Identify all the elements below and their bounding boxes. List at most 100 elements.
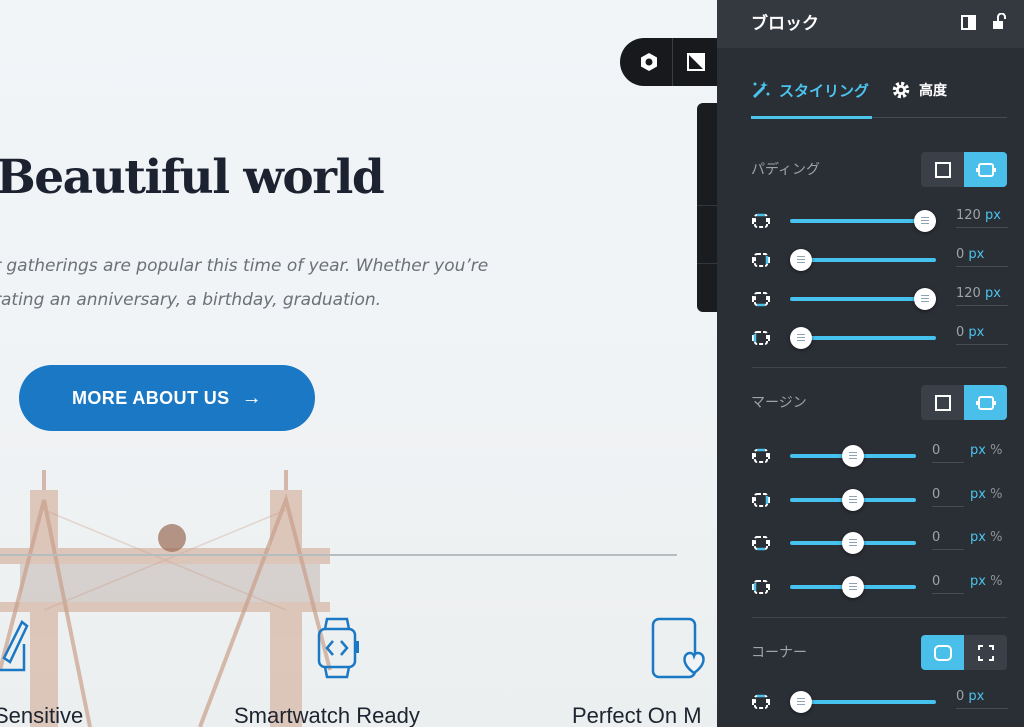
value-input[interactable]: 0 bbox=[932, 443, 964, 463]
margin-unified-button[interactable] bbox=[921, 385, 964, 420]
rail-divider bbox=[697, 263, 717, 264]
tab-advanced-label: 高度 bbox=[919, 83, 947, 99]
unit-px[interactable]: px bbox=[970, 530, 986, 545]
slider-thumb[interactable] bbox=[842, 576, 864, 598]
hero-description-line[interactable]: r gatherings are popular this time of ye… bbox=[0, 256, 488, 276]
gear-icon bbox=[892, 81, 910, 99]
block-side-rail[interactable] bbox=[697, 103, 717, 312]
block-toolbar bbox=[620, 38, 717, 86]
unit-px[interactable]: px bbox=[968, 689, 984, 704]
tab-advanced[interactable]: 高度 bbox=[891, 80, 947, 118]
unit-px[interactable]: px bbox=[970, 487, 986, 502]
section-divider bbox=[0, 554, 677, 556]
section-divider bbox=[752, 367, 1007, 368]
value-input[interactable]: 120 px bbox=[956, 208, 1008, 228]
value-number: 120 bbox=[956, 208, 981, 223]
toolbar-separator bbox=[672, 38, 673, 86]
corner-mode-toggle bbox=[921, 635, 1007, 670]
sides-icon bbox=[975, 162, 996, 177]
panel-header: ブロック bbox=[717, 0, 1024, 48]
bottom-side-icon bbox=[752, 292, 770, 307]
margin-bottom-row: 0 px % bbox=[752, 530, 1012, 556]
bridge-background-image bbox=[0, 470, 332, 727]
unit-percent[interactable]: % bbox=[986, 530, 1002, 545]
rounded-square-icon bbox=[933, 644, 952, 661]
square-outline-icon bbox=[934, 161, 951, 178]
toggle-sidebar-icon[interactable] bbox=[961, 15, 976, 30]
hero-description-line[interactable]: rating an anniversary, a birthday, gradu… bbox=[0, 290, 381, 310]
unit-percent[interactable]: % bbox=[986, 487, 1002, 502]
value-number: 0 bbox=[956, 247, 965, 262]
arrow-right-icon: → bbox=[241, 386, 262, 409]
corner-unified-button[interactable] bbox=[921, 635, 964, 670]
unit-px[interactable]: px bbox=[970, 574, 986, 589]
contrast-square-icon bbox=[687, 53, 705, 71]
unit-switcher: px % bbox=[970, 443, 1002, 458]
unit-switcher: px % bbox=[970, 574, 1002, 589]
padding-left-row: 0 px bbox=[752, 325, 1012, 351]
feature-label-sensitive: Sensitive bbox=[0, 703, 84, 727]
rail-divider bbox=[697, 205, 717, 206]
page-preview-canvas: Beautiful world r gatherings are popular… bbox=[0, 0, 717, 727]
corner-radius-row: 0 px bbox=[752, 689, 1012, 715]
panel-title: ブロック bbox=[751, 14, 819, 34]
block-settings-button[interactable] bbox=[634, 47, 664, 77]
sides-icon bbox=[975, 395, 996, 410]
unit-px[interactable]: px bbox=[985, 286, 1001, 301]
value-number: 0 bbox=[932, 443, 941, 458]
corner-label: コーナー bbox=[751, 645, 807, 661]
margin-mode-toggle bbox=[921, 385, 1007, 420]
feature-label-smartwatch: Smartwatch Ready bbox=[234, 703, 420, 727]
unit-percent[interactable]: % bbox=[986, 443, 1002, 458]
slider-thumb[interactable] bbox=[790, 249, 812, 271]
padding-bottom-row: 120 px bbox=[752, 286, 1012, 312]
margin-top-row: 0 px % bbox=[752, 443, 1012, 469]
value-input[interactable]: 120 px bbox=[956, 286, 1008, 306]
value-number: 0 bbox=[956, 689, 965, 704]
unit-percent[interactable]: % bbox=[986, 574, 1002, 589]
value-input[interactable]: 0 bbox=[932, 574, 964, 594]
smartwatch-code-icon bbox=[317, 617, 359, 679]
feature-label-perfect: Perfect On M bbox=[572, 703, 702, 727]
slider-thumb[interactable] bbox=[842, 489, 864, 511]
magic-wand-icon bbox=[752, 81, 770, 99]
value-number: 120 bbox=[956, 286, 981, 301]
slider-thumb[interactable] bbox=[790, 691, 812, 713]
unlock-icon[interactable] bbox=[992, 13, 1006, 30]
value-input[interactable]: 0 px bbox=[956, 689, 1008, 709]
unit-switcher: px % bbox=[970, 530, 1002, 545]
padding-mode-toggle bbox=[921, 152, 1007, 187]
value-input[interactable]: 0 bbox=[932, 487, 964, 507]
margin-label: マージン bbox=[751, 395, 807, 411]
slider-thumb[interactable] bbox=[842, 445, 864, 467]
value-input[interactable]: 0 px bbox=[956, 247, 1008, 267]
unit-px[interactable]: px bbox=[968, 325, 984, 340]
hexagon-settings-icon bbox=[641, 53, 657, 71]
bottom-side-icon bbox=[752, 536, 770, 551]
unit-px[interactable]: px bbox=[970, 443, 986, 458]
unit-px[interactable]: px bbox=[968, 247, 984, 262]
slider-thumb[interactable] bbox=[790, 327, 812, 349]
value-input[interactable]: 0 px bbox=[956, 325, 1008, 345]
value-input[interactable]: 0 bbox=[932, 530, 964, 550]
corner-individual-button[interactable] bbox=[964, 635, 1007, 670]
value-number: 0 bbox=[932, 574, 941, 589]
corners-icon bbox=[977, 644, 994, 661]
slider-thumb[interactable] bbox=[914, 288, 936, 310]
slider-thumb[interactable] bbox=[842, 532, 864, 554]
hero-title[interactable]: Beautiful world bbox=[0, 150, 385, 205]
unit-switcher: px % bbox=[970, 487, 1002, 502]
padding-individual-button[interactable] bbox=[964, 152, 1007, 187]
tab-styling-label: スタイリング bbox=[779, 82, 870, 100]
margin-left-row: 0 px % bbox=[752, 574, 1012, 600]
more-about-us-button[interactable]: MORE ABOUT US → bbox=[19, 365, 315, 431]
tab-styling[interactable]: スタイリング bbox=[751, 80, 873, 119]
padding-unified-button[interactable] bbox=[921, 152, 964, 187]
square-outline-icon bbox=[934, 394, 951, 411]
block-style-button[interactable] bbox=[681, 47, 711, 77]
padding-top-row: 120 px bbox=[752, 208, 1012, 234]
margin-individual-button[interactable] bbox=[964, 385, 1007, 420]
unit-px[interactable]: px bbox=[985, 208, 1001, 223]
margin-right-row: 0 px % bbox=[752, 487, 1012, 513]
slider-thumb[interactable] bbox=[914, 210, 936, 232]
